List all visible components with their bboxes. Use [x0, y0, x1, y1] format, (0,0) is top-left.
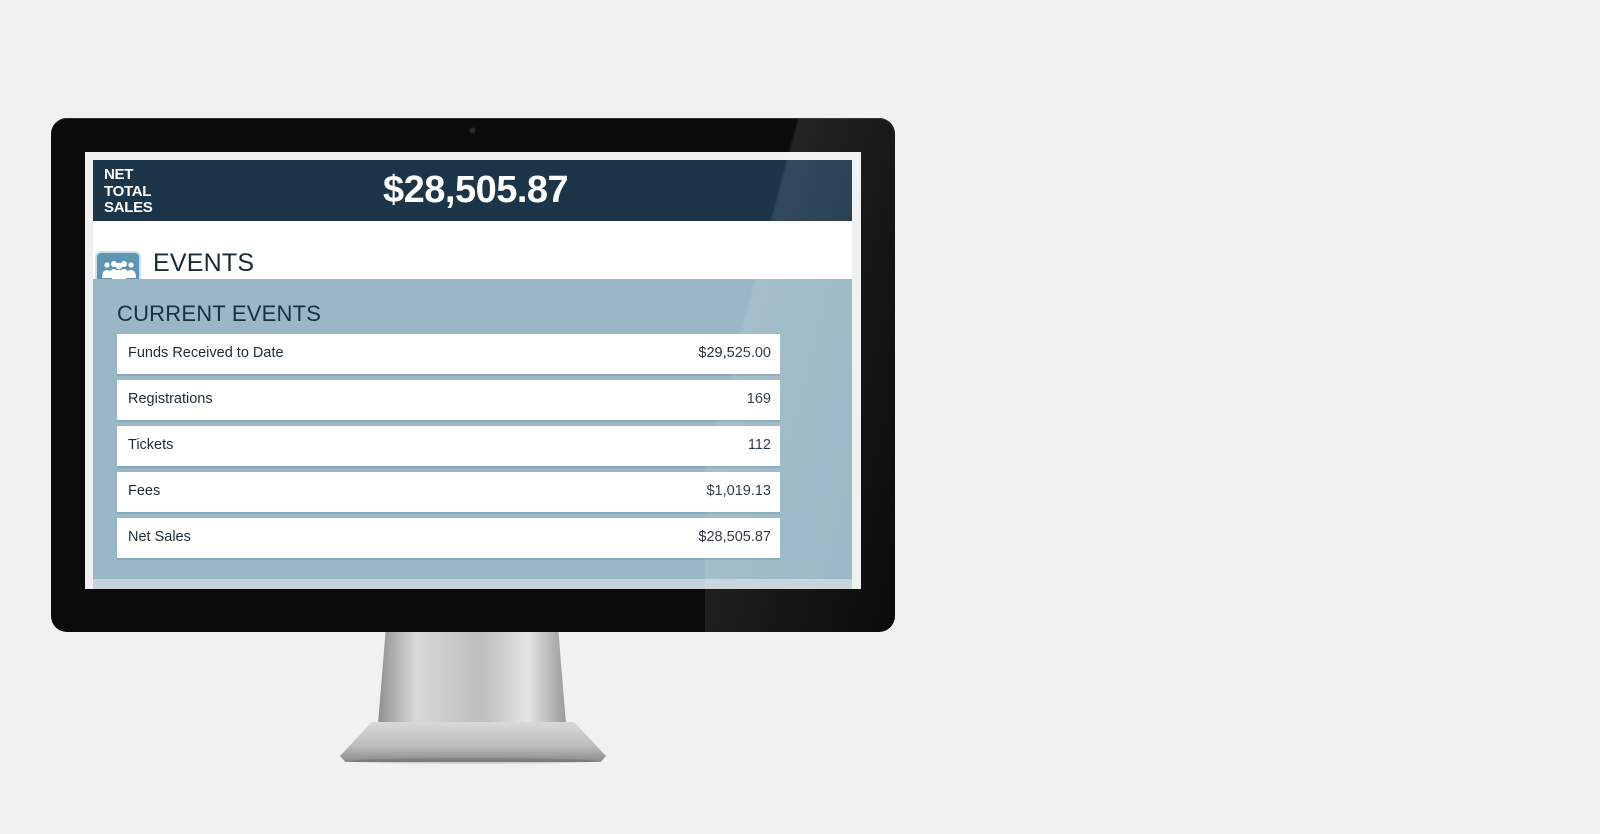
events-section-header: EVENTS: [93, 221, 852, 298]
net-total-sales-label: NET TOTAL SALES: [104, 166, 153, 216]
screen: NET TOTAL SALES $28,505.87 EVENTS CURREN…: [85, 152, 861, 589]
list-item-fees[interactable]: Fees $1,019.13: [117, 472, 780, 512]
row-value: $1,019.13: [706, 483, 771, 499]
current-events-panel: CURRENT EVENTS Funds Received to Date $2…: [93, 279, 852, 579]
list-item-net-sales[interactable]: Net Sales $28,505.87: [117, 518, 780, 558]
net-total-sales-amount: $28,505.87: [383, 169, 569, 211]
row-label: Tickets: [128, 437, 174, 453]
row-label: Registrations: [128, 391, 213, 407]
monitor-stand-base: [340, 722, 606, 762]
scroll-strip: [93, 579, 852, 589]
row-value: 169: [746, 391, 771, 407]
row-value: 112: [747, 437, 771, 453]
row-label: Funds Received to Date: [128, 345, 284, 361]
stand-shadow: [350, 758, 596, 764]
row-label: Fees: [128, 483, 161, 499]
net-total-sales-header: NET TOTAL SALES $28,505.87: [93, 160, 852, 221]
row-label: Net Sales: [128, 529, 191, 545]
events-title: EVENTS: [153, 249, 255, 277]
monitor-frame: NET TOTAL SALES $28,505.87 EVENTS CURREN…: [51, 118, 895, 632]
list-item-funds-received[interactable]: Funds Received to Date $29,525.00: [117, 334, 780, 374]
row-value: $28,505.87: [698, 529, 771, 545]
current-events-title: CURRENT EVENTS: [117, 301, 322, 326]
camera-icon: [470, 128, 475, 133]
list-item-registrations[interactable]: Registrations 169: [117, 380, 780, 420]
row-value: $29,525.00: [698, 345, 771, 361]
list-item-tickets[interactable]: Tickets 112: [117, 426, 780, 466]
current-events-list: Funds Received to Date $29,525.00 Regist…: [117, 334, 780, 564]
monitor-stand-neck: [378, 632, 566, 724]
